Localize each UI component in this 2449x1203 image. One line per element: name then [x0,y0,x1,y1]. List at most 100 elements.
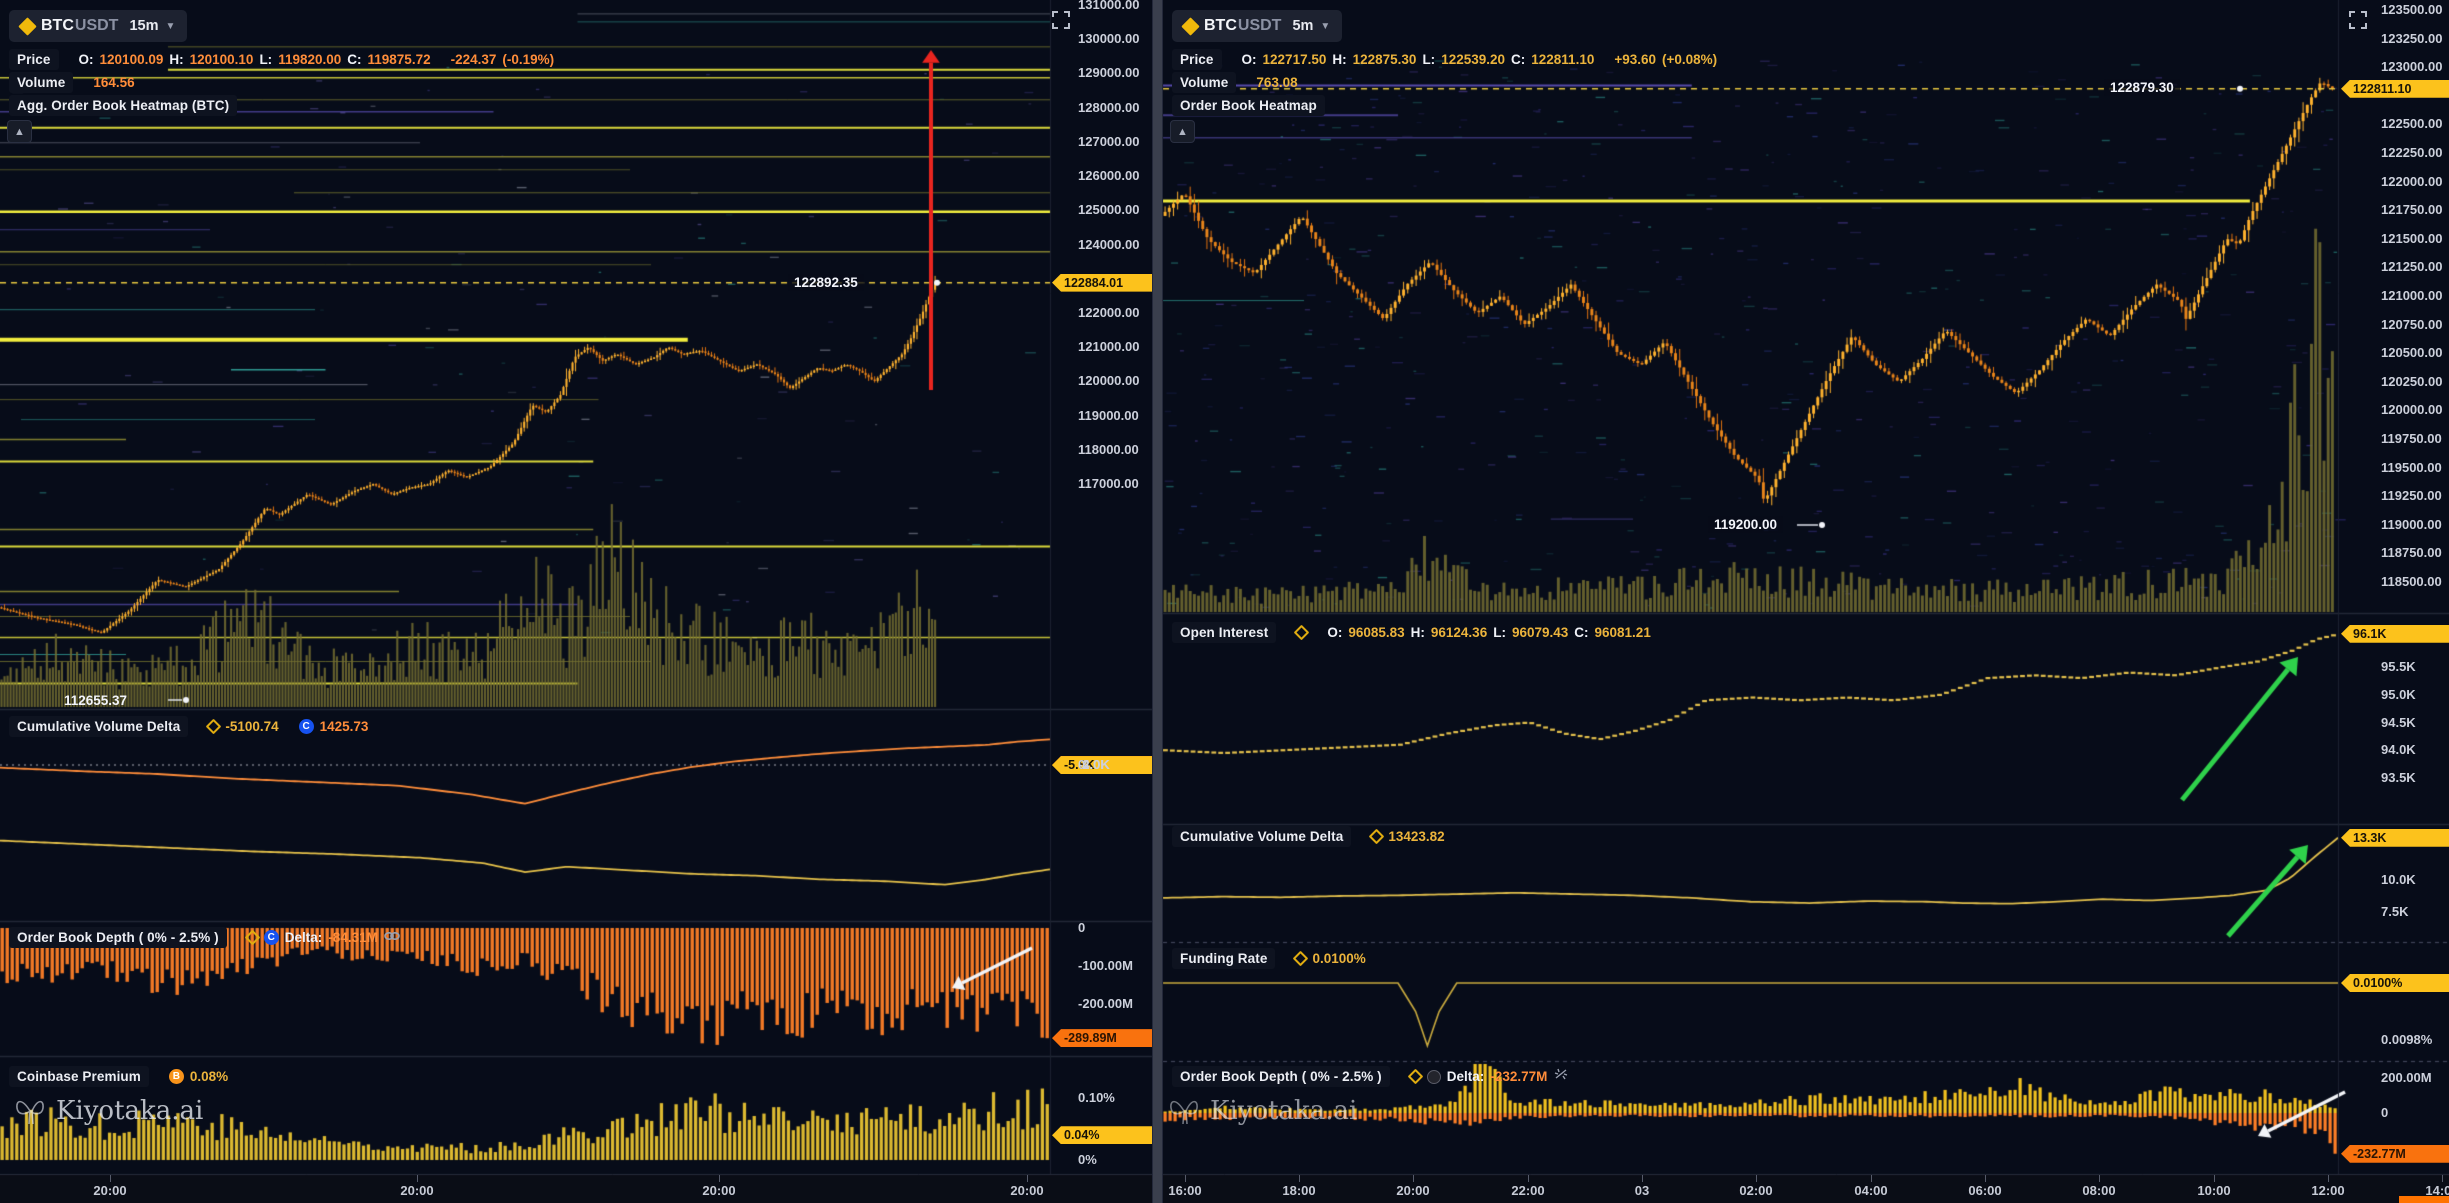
binance-icon[interactable] [206,719,222,735]
axis-tick: 122000.00 [1078,305,1139,321]
symbol-base: BTC [41,17,74,35]
axis-tick: 95.5K [2381,659,2416,675]
oi-close-key: C: [1574,625,1588,640]
cvd-binance-value: -5100.74 [225,719,278,734]
session-low-label-right: 119200.00 [1708,516,1783,533]
symbol-selector-left[interactable]: BTC USDT 15m ▼ [9,10,187,42]
ohlc-high-value: 122875.30 [1353,52,1417,67]
price-change-pct: (-0.19%) [502,52,554,67]
axis-tick: 122500.00 [2381,116,2442,132]
axis-tick: 120500.00 [2381,345,2442,361]
axis-tick: -4.0K [1078,757,1110,773]
watermark-text: Kiyotaka.ai [56,1096,203,1126]
axis-tick: 121750.00 [2381,202,2442,218]
obd-legend-right: Order Book Depth ( 0% - 2.5% ) Delta: -2… [1172,1066,1569,1087]
time-tick-mark [1642,1175,1643,1182]
axis-tick: 126000.00 [1078,168,1139,184]
axis-tick: 121250.00 [2381,259,2442,275]
coinbase-icon[interactable]: C [299,719,314,734]
binance-icon[interactable] [1293,951,1309,967]
axis-tick: 123250.00 [2381,31,2442,47]
time-tick-mark [110,1175,111,1182]
time-tick-label: 20:00 [1396,1183,1429,1198]
ohlc-open-value: 120100.09 [100,52,164,67]
funding-legend-right: Funding Rate 0.0100% [1172,948,1366,969]
session-low-label-left: 112655.37 [58,692,133,709]
time-tick-mark [1413,1175,1414,1182]
axis-tick: 120250.00 [2381,374,2442,390]
premium-legend-left: Coinbase Premium B 0.08% [9,1066,228,1087]
time-tick-mark [1756,1175,1757,1182]
time-tick-mark [2099,1175,2100,1182]
coinbase-icon[interactable]: C [264,930,279,945]
obd-label: Order Book Depth ( 0% - 2.5% ) [1172,1066,1390,1087]
trading-workspace: BTC USDT 15m ▼ Price O: 120100.09 H: 120… [0,0,2449,1203]
time-tick-label: 08:00 [2082,1183,2115,1198]
interval-label: 15m [129,18,158,34]
ohlc-high-key: H: [169,52,183,67]
obd-label: Order Book Depth ( 0% - 2.5% ) [9,927,227,948]
axis-tick: 118750.00 [2381,545,2442,561]
time-tick-label: 20:00 [702,1183,735,1198]
binance-icon[interactable] [1408,1069,1424,1085]
time-tick-label: 22:00 [1511,1183,1544,1198]
cvd-label: Cumulative Volume Delta [1172,826,1351,847]
symbol-selector-right[interactable]: BTC USDT 5m ▼ [1172,10,1342,42]
axis-tick: 117000.00 [1078,476,1139,492]
axis-tick: 121000.00 [2381,288,2442,304]
binance-icon [1181,17,1199,35]
bitcoin-icon[interactable]: B [169,1069,184,1084]
time-tick-label: 20:00 [400,1183,433,1198]
time-tick-label: 04:00 [1854,1183,1887,1198]
symbol-quote: USDT [1238,17,1282,35]
binance-icon[interactable] [245,930,261,946]
price-change: -224.37 [451,52,497,67]
axis-tick: 119750.00 [2381,431,2442,447]
axis-tick: 200.00M [2381,1070,2432,1086]
price-label: Price [9,49,59,70]
charts-canvas[interactable] [0,0,2449,1203]
price-scale-left[interactable]: 131000.00130000.00129000.00128000.001270… [1050,0,1152,1175]
interval-label: 5m [1292,18,1313,34]
collapse-button-left[interactable]: ▲ [7,120,32,143]
time-tick-mark [1985,1175,1986,1182]
broken-link-icon[interactable] [1553,1067,1569,1086]
axis-tick: 0 [2381,1105,2388,1121]
heatmap-label: Order Book Heatmap [1172,95,1325,116]
axis-tick: 123500.00 [2381,2,2442,18]
ohlc-close-key: C: [347,52,361,67]
collapse-button-right[interactable]: ▲ [1170,120,1195,143]
watermark-left: Kiyotaka.ai [14,1096,203,1126]
time-tick-mark [719,1175,720,1182]
panel-divider[interactable] [1152,0,1163,1203]
time-tick-label: 20:00 [1010,1183,1043,1198]
axis-tick: -100.00M [1078,958,1133,974]
delta-value: -84.31M [328,930,378,945]
time-tick-label: 10:00 [2197,1183,2230,1198]
ohlc-open-key: O: [79,52,94,67]
axis-tick: 130000.00 [1078,31,1139,47]
binance-icon[interactable] [1369,829,1385,845]
price-scale-right[interactable]: 123500.00123250.00123000.00122500.001222… [2338,0,2449,1175]
current-price-label-right: 122879.30 [2104,79,2180,96]
binance-icon[interactable] [1294,625,1310,641]
price-change-pct: (+0.08%) [1662,52,1717,67]
oi-low-value: 96079.43 [1512,625,1568,640]
delta-value: -232.77M [1490,1069,1547,1084]
link-icon[interactable] [384,929,400,947]
ohlc-open-key: O: [1242,52,1257,67]
price-label: Price [1172,49,1222,70]
cvd-legend-left: Cumulative Volume Delta -5100.74 C 1425.… [9,716,368,737]
axis-tick: 119000.00 [2381,517,2442,533]
axis-tick: -2.0K [1078,757,1110,773]
butterfly-icon [1168,1096,1202,1126]
exchange-icon[interactable] [1427,1070,1441,1084]
axis-tick: 119500.00 [2381,460,2442,476]
price-change: +93.60 [1614,52,1656,67]
cvd-label: Cumulative Volume Delta [9,716,188,737]
axis-tick: 94.0K [2381,742,2416,758]
symbol-quote: USDT [75,17,119,35]
chevron-down-icon: ▼ [165,21,175,32]
delta-key: Delta: [1447,1069,1485,1084]
axis-tick: 118000.00 [1078,442,1139,458]
